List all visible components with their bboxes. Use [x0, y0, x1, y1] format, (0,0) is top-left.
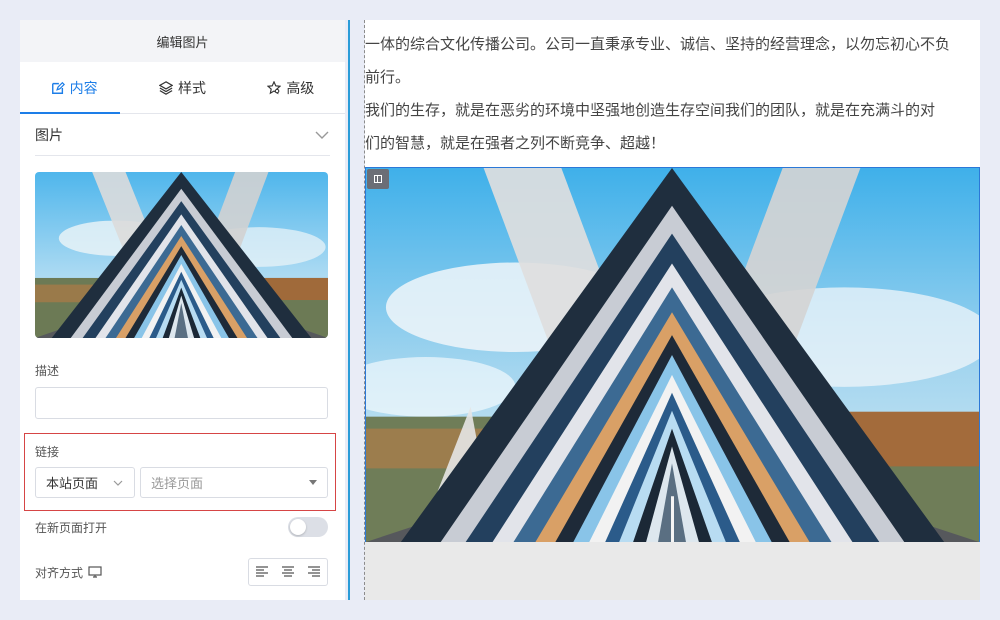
image-block-handle[interactable] [367, 169, 389, 189]
align-right-button[interactable] [301, 559, 327, 585]
panel-divider[interactable] [348, 20, 350, 600]
open-new-page-label: 在新页面打开 [35, 520, 108, 535]
text-block[interactable]: 一体的综合文化传播公司。公司一直秉承专业、诚信、坚持的经营理念，以勿忘初心不负 … [365, 28, 980, 160]
link-type-value: 本站页面 [46, 477, 99, 492]
canvas-empty-area [365, 542, 980, 600]
chevron-down-icon [315, 131, 329, 139]
description-input[interactable] [35, 387, 328, 419]
layers-icon [158, 80, 173, 95]
image-section-title: 图片 [35, 127, 63, 144]
align-center-icon [282, 566, 294, 577]
alignment-row: 对齐方式 [35, 558, 328, 586]
tab-advanced-label: 高级 [286, 80, 315, 97]
edit-icon [51, 81, 65, 94]
text-line: 们的智慧，就是在强者之列不断竞争、超越！ [365, 134, 666, 152]
editor-tabs: 内容 样式 高级 [20, 62, 345, 114]
text-line: 一体的综合文化传播公司。公司一直秉承专业、诚信、坚持的经营理念，以勿忘初心不负 [365, 35, 951, 53]
text-line: 我们的生存，就是在恶劣的环境中坚强地创造生存空间我们的团队，就是在充满斗的对 [365, 101, 936, 119]
selected-image-block[interactable] [365, 167, 980, 543]
open-new-page-row: 在新页面打开 [35, 517, 328, 537]
align-center-button[interactable] [275, 559, 301, 585]
link-label: 链接 [35, 445, 60, 459]
alignment-buttons [248, 558, 328, 586]
image-thumbnail[interactable] [35, 172, 328, 338]
page-select-placeholder: 选择页面 [151, 477, 204, 492]
tab-content-label: 内容 [69, 80, 98, 97]
star-gear-icon [267, 80, 282, 94]
panel-title: 编辑图片 [20, 20, 345, 62]
open-new-page-toggle[interactable] [288, 517, 328, 537]
align-left-button[interactable] [249, 559, 275, 585]
alignment-label-group: 对齐方式 [35, 564, 102, 581]
layout-icon [374, 175, 382, 183]
image-section-header[interactable]: 图片 [35, 114, 330, 156]
description-label: 描述 [35, 364, 60, 378]
tab-content[interactable]: 内容 [20, 62, 128, 114]
page-canvas: 一体的综合文化传播公司。公司一直秉承专业、诚信、坚持的经营理念，以勿忘初心不负 … [365, 20, 980, 600]
align-left-icon [256, 566, 268, 577]
monitor-icon [88, 566, 102, 578]
tab-advanced[interactable]: 高级 [237, 62, 345, 113]
link-type-select[interactable]: 本站页面 [35, 467, 135, 498]
triangle-tunnel-image [366, 168, 979, 542]
page-select[interactable]: 选择页面 [140, 467, 328, 498]
caret-down-icon [309, 480, 317, 485]
image-editor-panel: 编辑图片 内容 样式 高级 图片 描述 链接 本站页面 选择页面 在新页面打开 … [20, 20, 345, 600]
link-settings-group: 链接 本站页面 选择页面 [24, 433, 336, 511]
align-right-icon [308, 566, 320, 577]
triangle-tunnel-thumbnail [35, 172, 328, 338]
tab-style-label: 样式 [177, 80, 206, 97]
alignment-label: 对齐方式 [35, 565, 84, 580]
chevron-down-icon [113, 480, 123, 486]
tab-style[interactable]: 样式 [128, 62, 236, 113]
text-line: 前行。 [365, 68, 411, 86]
